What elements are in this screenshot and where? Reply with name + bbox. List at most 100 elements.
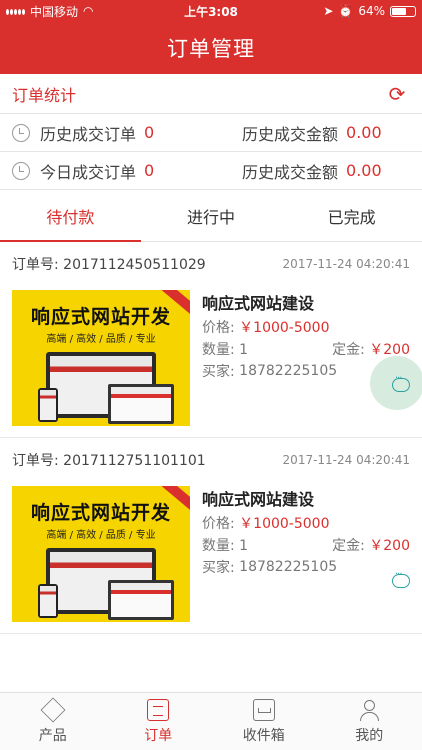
- alarm-icon: ⏰: [338, 4, 354, 18]
- qty-deposit-line: 数量: 1 定金: ￥200: [202, 338, 410, 360]
- order-header: 订单号: 2017112751101101 2017-11-24 04:20:4…: [12, 450, 410, 470]
- order-card[interactable]: 订单号: 2017112450511029 2017-11-24 04:20:4…: [0, 242, 422, 438]
- stat-row-today: 今日成交订单 0 历史成交金额 0.00: [0, 152, 422, 190]
- stat-label: 历史成交金额: [242, 162, 339, 182]
- bottom-nav: 产品 订单 收件箱 我的: [0, 692, 422, 750]
- phone-graphic: [38, 584, 58, 618]
- stat-label: 今日成交订单: [40, 162, 137, 182]
- nav-item-inbox[interactable]: 收件箱: [211, 693, 317, 750]
- qty-value: 1: [239, 538, 249, 554]
- tab-in-progress[interactable]: 进行中: [141, 190, 282, 241]
- nav-item-label: 我的: [355, 727, 384, 744]
- clipboard-icon: [147, 698, 170, 721]
- price-value: ￥1000-5000: [239, 516, 330, 532]
- clock-icon: [12, 123, 30, 142]
- product-image[interactable]: 响应式网站开发 高端 / 高效 / 品质 / 专业: [12, 486, 190, 622]
- qty-label: 数量:: [202, 538, 235, 554]
- image-subtitle: 高端 / 高效 / 品质 / 专业: [46, 334, 156, 345]
- timer-icon: [12, 161, 30, 180]
- order-number-value: 2017112751101101: [63, 453, 206, 469]
- price-line: 价格: ￥1000-5000: [202, 512, 410, 534]
- status-left: 中国移动 ◠: [6, 3, 323, 20]
- status-bar: 中国移动 ◠ 上午3:08 ➤ ⏰ 64%: [0, 0, 422, 22]
- buyer-line: 买家: 18782225105: [202, 556, 410, 578]
- buyer-value: 18782225105: [239, 559, 338, 575]
- qty-label: 数量:: [202, 342, 235, 358]
- buyer-label: 买家:: [202, 364, 235, 380]
- nav-item-products[interactable]: 产品: [0, 693, 106, 750]
- image-title: 响应式网站开发: [30, 502, 171, 524]
- stat-left: 今日成交订单 0: [12, 159, 242, 183]
- stat-row-history: 历史成交订单 0 历史成交金额 0.00: [0, 114, 422, 152]
- user-icon: [358, 699, 380, 721]
- price-label: 价格:: [202, 320, 235, 336]
- location-icon: ➤: [323, 4, 334, 18]
- laptop-graphic: [108, 580, 174, 620]
- deposit-value: ￥200: [369, 342, 410, 358]
- deposit-value: ￥200: [369, 538, 410, 554]
- stat-label: 历史成交金额: [242, 124, 339, 144]
- nav-item-profile[interactable]: 我的: [317, 693, 422, 750]
- battery-fill: [392, 7, 407, 15]
- product-image[interactable]: 响应式网站开发 高端 / 高效 / 品质 / 专业: [12, 290, 190, 426]
- buyer-label: 买家:: [202, 560, 235, 576]
- tab-pending-payment[interactable]: 待付款: [0, 190, 141, 242]
- nav-item-orders[interactable]: 订单: [106, 693, 212, 750]
- phone-graphic: [38, 388, 58, 422]
- page-title: 订单管理: [167, 37, 255, 61]
- nav-item-label: 收件箱: [242, 727, 285, 744]
- order-tabs: 待付款 进行中 已完成: [0, 190, 422, 242]
- order-info: 响应式网站建设 价格: ￥1000-5000 数量: 1 定金: ￥200 买家…: [202, 486, 410, 578]
- chat-icon[interactable]: [392, 373, 410, 392]
- stat-value: 0: [144, 123, 155, 142]
- tab-completed[interactable]: 已完成: [281, 190, 422, 241]
- deposit-group: 定金: ￥200: [332, 535, 410, 555]
- product-name: 响应式网站建设: [202, 490, 315, 509]
- laptop-graphic: [108, 384, 174, 424]
- status-right: ➤ ⏰ 64%: [323, 4, 416, 18]
- inbox-icon: [252, 698, 275, 721]
- battery-icon: [390, 5, 416, 17]
- qty-value: 1: [239, 342, 249, 358]
- stat-left: 历史成交订单 0: [12, 121, 242, 145]
- product-name: 响应式网站建设: [202, 294, 315, 313]
- order-number-label: 订单号:: [12, 257, 59, 273]
- order-header: 订单号: 2017112450511029 2017-11-24 04:20:4…: [12, 254, 410, 274]
- carrier-label: 中国移动: [30, 4, 79, 19]
- order-number-value: 2017112450511029: [63, 257, 206, 273]
- battery-percent: 64%: [358, 4, 385, 18]
- order-number: 订单号: 2017112450511029: [12, 254, 206, 274]
- stat-label: 历史成交订单: [40, 124, 137, 144]
- signal-icon: [6, 7, 25, 15]
- order-number: 订单号: 2017112751101101: [12, 450, 206, 470]
- qty-group: 数量: 1: [202, 339, 248, 359]
- order-card[interactable]: 订单号: 2017112751101101 2017-11-24 04:20:4…: [0, 438, 422, 634]
- image-subtitle: 高端 / 高效 / 品质 / 专业: [46, 530, 156, 541]
- box-icon: [40, 697, 66, 722]
- image-title: 响应式网站开发: [30, 306, 171, 328]
- nav-item-label: 产品: [38, 727, 67, 744]
- price-value: ￥1000-5000: [239, 320, 330, 336]
- stat-value: 0.00: [346, 161, 382, 180]
- buyer-value: 18782225105: [239, 363, 338, 379]
- nav-bar: 订单管理: [0, 22, 422, 74]
- refresh-icon[interactable]: ⟳: [384, 82, 410, 106]
- order-time: 2017-11-24 04:20:41: [282, 257, 410, 271]
- wifi-icon: ◠: [83, 4, 94, 18]
- order-number-label: 订单号:: [12, 453, 59, 469]
- price-label: 价格:: [202, 516, 235, 532]
- stat-value: 0.00: [346, 123, 382, 142]
- deposit-label: 定金:: [332, 342, 365, 358]
- qty-deposit-line: 数量: 1 定金: ￥200: [202, 534, 410, 556]
- stats-title: 订单统计: [12, 85, 77, 105]
- order-time: 2017-11-24 04:20:41: [282, 453, 410, 467]
- price-line: 价格: ￥1000-5000: [202, 316, 410, 338]
- chat-icon[interactable]: [392, 569, 410, 588]
- deposit-label: 定金:: [332, 538, 365, 554]
- stats-header: 订单统计 ⟳: [0, 74, 422, 114]
- qty-group: 数量: 1: [202, 535, 248, 555]
- stat-right: 历史成交金额 0.00: [242, 159, 382, 183]
- nav-item-label: 订单: [144, 727, 173, 744]
- stat-value: 0: [144, 161, 155, 180]
- stat-right: 历史成交金额 0.00: [242, 121, 382, 145]
